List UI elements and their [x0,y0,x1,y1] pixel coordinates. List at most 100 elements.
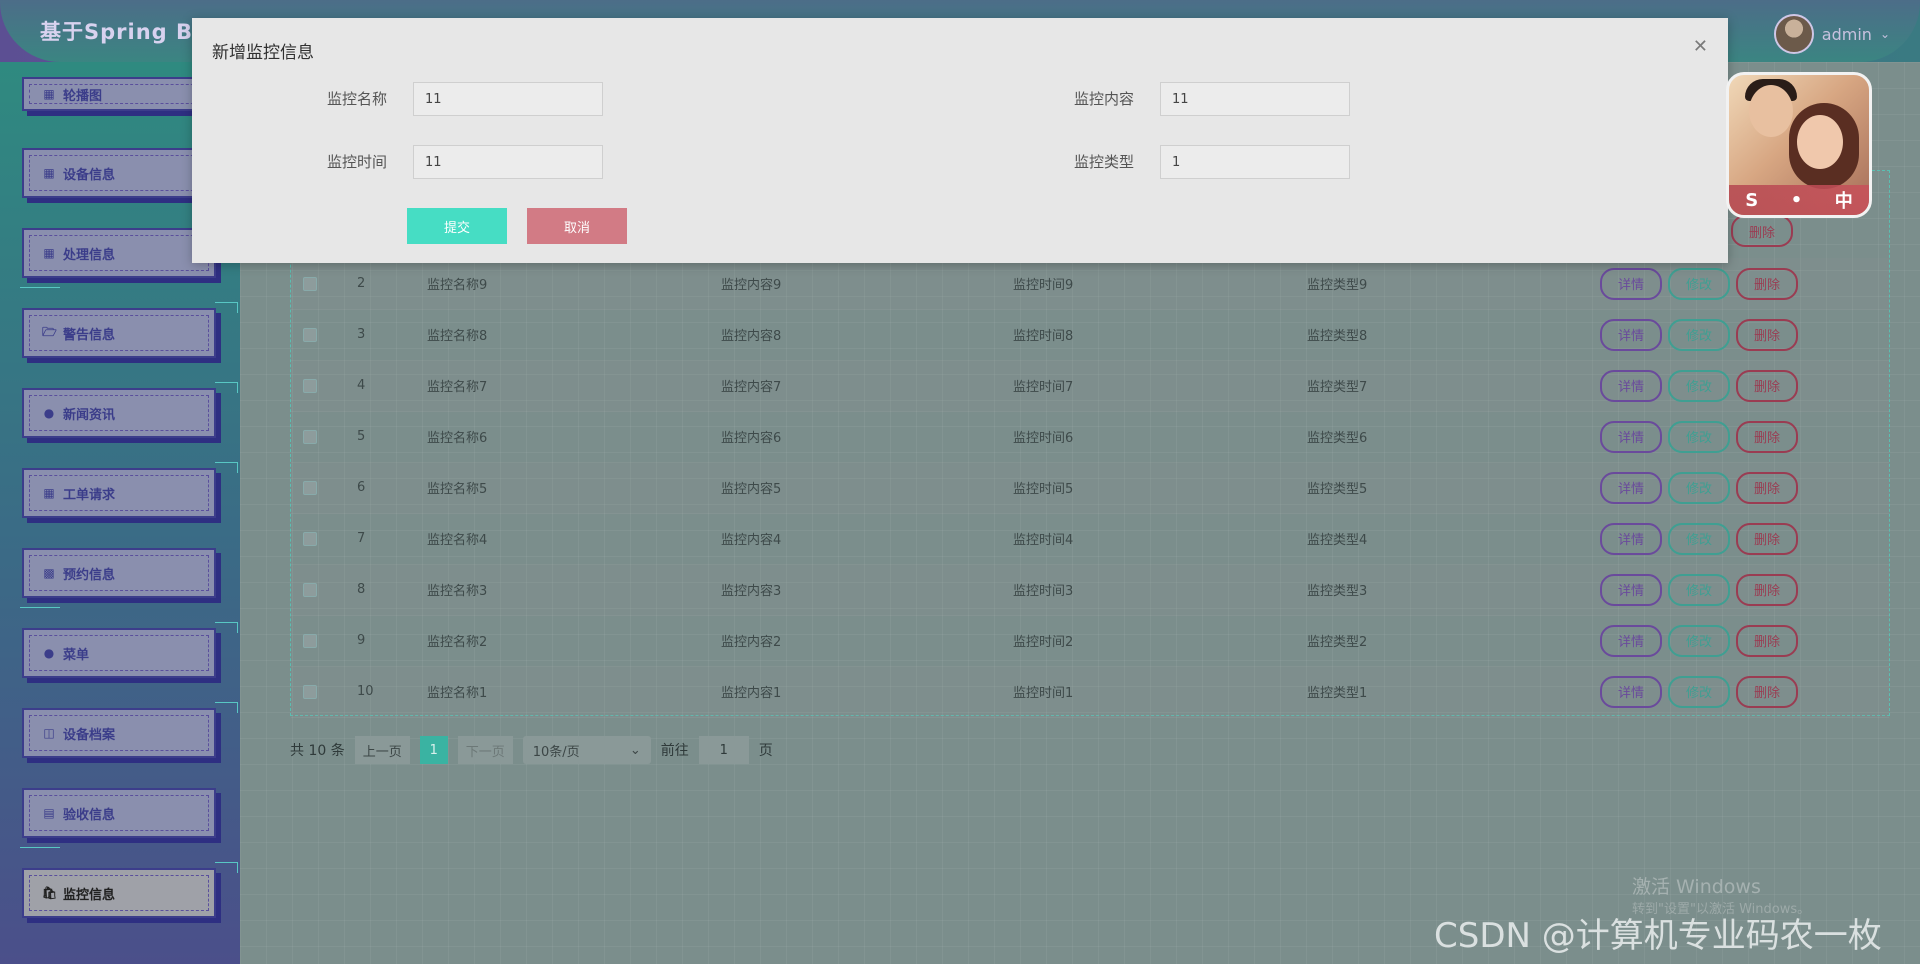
delete-button[interactable]: 删除 [1731,215,1793,247]
table-row: 5 监控名称6 监控内容6 监控时间6 监控类型6 详情 修改 删除 [291,411,1889,463]
circle-icon: ● [43,646,55,660]
widget-shirt-icon[interactable]: • [1791,190,1803,211]
row-checkbox[interactable] [303,582,317,597]
csdn-watermark: CSDN @计算机专业码农一枚 [1434,916,1882,956]
menu-decoration [215,462,238,473]
cell-content: 监控内容4 [721,533,782,548]
delete-button[interactable]: 删除 [1736,675,1798,708]
sidebar-item-acceptance[interactable]: ▤ 验收信息 [20,788,216,848]
pagination: 共 10 条 上一页 1 下一页 10条/页 ⌄ 前往 1 页 [290,736,773,764]
detail-button[interactable]: 详情 [1600,369,1662,402]
row-checkbox[interactable] [303,531,317,546]
sidebar-item-label: 新闻资讯 [63,407,116,423]
detail-button[interactable]: 详情 [1600,675,1662,708]
goto-suffix: 页 [758,743,773,759]
edit-button[interactable]: 修改 [1668,318,1730,351]
cell-type: 监控类型5 [1307,482,1368,497]
cell-content: 监控内容3 [721,584,782,599]
delete-button[interactable]: 删除 [1736,267,1798,300]
row-checkbox[interactable] [303,684,317,699]
next-page-button[interactable]: 下一页 [457,736,513,764]
edit-button[interactable]: 修改 [1668,675,1730,708]
submit-button[interactable]: 提交 [407,208,507,244]
dialog-title: 新增监控信息 [212,43,314,63]
page-size-select[interactable]: 10条/页 ⌄ [522,736,651,764]
monitor-content-field[interactable]: 11 [1160,82,1350,116]
sidebar-item-label: 监控信息 [63,887,116,903]
edit-button[interactable]: 修改 [1668,267,1730,300]
sidebar-item-appointment[interactable]: ▩ 预约信息 [20,548,216,608]
avatar[interactable] [1773,14,1814,54]
delete-button[interactable]: 删除 [1736,522,1798,555]
sidebar-item-carousel[interactable]: ▦ 轮播图 [22,77,216,111]
sidebar-item-monitor[interactable]: 🛍 监控信息 [22,862,238,918]
page-number-current[interactable]: 1 [419,736,448,764]
row-actions: 详情 修改 删除 [1600,318,1798,351]
detail-button[interactable]: 详情 [1600,624,1662,657]
row-checkbox[interactable] [303,480,317,495]
row-index: 8 [357,582,366,597]
sidebar-item-device-archive[interactable]: ◫ 设备档案 [22,702,238,758]
table-row: 2 监控名称9 监控内容9 监控时间9 监控类型9 详情 修改 删除 [291,258,1889,310]
row-checkbox[interactable] [303,276,317,291]
row-actions: 详情 修改 删除 [1600,573,1798,606]
row-index: 9 [357,633,366,648]
monitor-type-field[interactable]: 1 [1160,145,1350,179]
monitor-name-field[interactable]: 11 [413,82,603,116]
cell-type: 监控类型6 [1307,431,1368,446]
edit-button[interactable]: 修改 [1668,522,1730,555]
sidebar-item-news[interactable]: ● 新闻资讯 [22,382,238,438]
sidebar-item-device-info[interactable]: ▦ 设备信息 [22,142,238,198]
chevron-down-icon: ⌄ [629,742,641,758]
sidebar-item-menu[interactable]: ● 菜单 [22,622,238,678]
sidebar-item-handling-info[interactable]: ▦ 处理信息 [20,228,216,288]
row-checkbox[interactable] [303,633,317,648]
row-checkbox[interactable] [303,327,317,342]
delete-button[interactable]: 删除 [1736,369,1798,402]
sidebar-item-warning-info[interactable]: 🗁 警告信息 [22,302,238,358]
row-index: 6 [357,480,366,495]
detail-button[interactable]: 详情 [1600,318,1662,351]
edit-button[interactable]: 修改 [1668,369,1730,402]
server-icon: ▤ [43,806,55,820]
detail-button[interactable]: 详情 [1600,267,1662,300]
delete-button[interactable]: 删除 [1736,573,1798,606]
cell-type: 监控类型1 [1307,686,1368,701]
detail-button[interactable]: 详情 [1600,522,1662,555]
floating-widget[interactable]: S • 中 [1726,72,1872,218]
delete-button[interactable]: 删除 [1736,420,1798,453]
goto-page-input[interactable]: 1 [698,736,749,764]
detail-button[interactable]: 详情 [1600,471,1662,504]
monitor-time-label: 监控时间 [327,153,388,171]
delete-button[interactable]: 删除 [1736,624,1798,657]
folder-icon: 🗁 [42,324,57,339]
cell-time: 监控时间3 [1013,584,1074,599]
edit-button[interactable]: 修改 [1668,471,1730,504]
detail-button[interactable]: 详情 [1600,420,1662,453]
edit-button[interactable]: 修改 [1668,420,1730,453]
cell-type: 监控类型4 [1307,533,1368,548]
cancel-button[interactable]: 取消 [527,208,627,244]
chevron-down-icon[interactable]: ⌄ [1880,27,1890,41]
widget-lang-icon[interactable]: 中 [1835,187,1853,213]
widget-s-icon[interactable]: S [1745,190,1758,211]
row-checkbox[interactable] [303,429,317,444]
sidebar-item-work-order[interactable]: ▦ 工单请求 [22,462,238,518]
cell-type: 监控类型9 [1307,278,1368,293]
cell-time: 监控时间9 [1013,278,1074,293]
delete-button[interactable]: 删除 [1736,318,1798,351]
table-row: 6 监控名称5 监控内容5 监控时间5 监控类型5 详情 修改 删除 [291,462,1889,514]
row-checkbox[interactable] [303,378,317,393]
menu-decoration [215,862,238,873]
edit-button[interactable]: 修改 [1668,573,1730,606]
detail-button[interactable]: 详情 [1600,573,1662,606]
cell-content: 监控内容5 [721,482,782,497]
monitor-time-field[interactable]: 11 [413,145,603,179]
user-name[interactable]: admin [1822,25,1872,44]
edit-button[interactable]: 修改 [1668,624,1730,657]
delete-button[interactable]: 删除 [1736,471,1798,504]
user-menu[interactable]: admin ⌄ [1773,14,1890,54]
close-icon[interactable]: ✕ [1693,36,1708,57]
prev-page-button[interactable]: 上一页 [354,736,410,764]
monitor-type-label: 监控类型 [1074,153,1135,171]
